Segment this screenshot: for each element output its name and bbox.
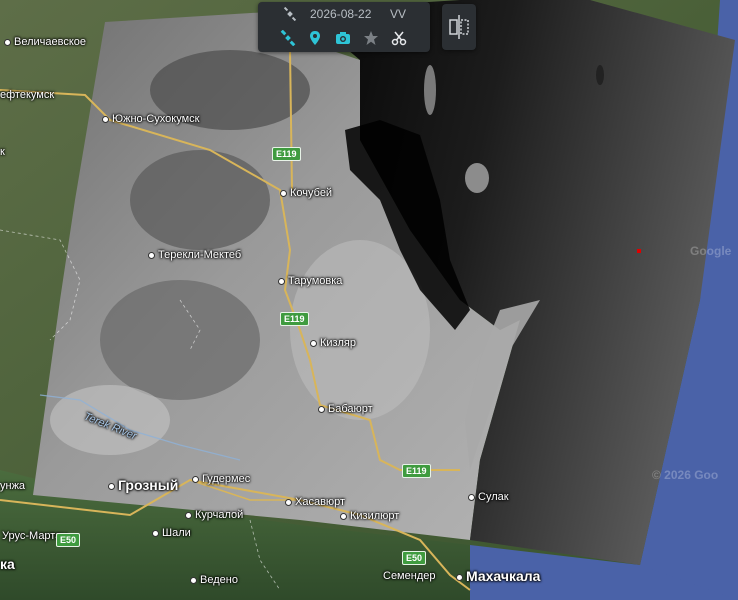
- place-label: Терекли-Мектеб: [158, 249, 242, 261]
- place-dot: [280, 189, 287, 197]
- place-label: Грозный: [118, 477, 179, 493]
- place-label: Бабаюрт: [328, 403, 373, 415]
- road-shield-e50: E50: [402, 551, 427, 565]
- place-label: Южно-Сухокумск: [112, 113, 200, 125]
- place-vedeno: Ведено: [190, 574, 238, 587]
- place-dot: [192, 475, 199, 483]
- favorite-star-button[interactable]: [361, 28, 381, 48]
- satellite-icon[interactable]: [280, 4, 300, 24]
- google-watermark: Google: [690, 244, 732, 258]
- island: [465, 163, 489, 193]
- place-dot: [190, 576, 197, 584]
- place-tarumovka: Тарумовка: [278, 275, 342, 288]
- place-khasavyurt: Хасавюрт: [285, 496, 345, 509]
- island: [596, 65, 604, 85]
- place-semender: Семендер: [383, 570, 435, 583]
- sar-dark-patch: [130, 150, 270, 250]
- place-kizilyurt: Кизилюрт: [340, 510, 399, 523]
- place-label: Кизилюрт: [350, 510, 400, 522]
- place-label: ка: [0, 556, 15, 572]
- camera-button[interactable]: [333, 28, 353, 48]
- place-dot: [318, 405, 325, 413]
- place-kurchaloy: Курчалой: [185, 509, 243, 522]
- scissors-icon: [391, 31, 407, 46]
- place-k: к: [0, 146, 5, 159]
- place-ka: ка: [0, 556, 15, 572]
- satellite-tool-icon: [280, 30, 296, 46]
- toolbar-actions-row: [258, 26, 430, 50]
- location-pin-button[interactable]: [305, 28, 325, 48]
- place-label: Хасавюрт: [295, 496, 346, 508]
- place-dot: [285, 498, 292, 506]
- toolbar-info-row: 2026-08-22 VV: [258, 5, 430, 23]
- place-dot: [456, 573, 463, 581]
- location-pin-icon: [310, 31, 320, 45]
- copyright-watermark: © 2026 Goo: [652, 468, 719, 482]
- place-dot: [340, 512, 347, 520]
- place-dot: [108, 482, 115, 490]
- place-velichaevskoe: Величаевское: [4, 36, 86, 49]
- island: [424, 65, 436, 115]
- acquisition-date: 2026-08-22: [310, 7, 372, 21]
- place-label: Гудермес: [202, 473, 251, 485]
- place-dot: [310, 339, 317, 347]
- road-shield-e119: E119: [402, 464, 431, 478]
- place-label: унжа: [0, 480, 26, 492]
- place-unzha: унжа: [0, 480, 25, 493]
- sar-toolbar: 2026-08-22 VV: [258, 2, 430, 52]
- place-label: Сулак: [478, 491, 509, 503]
- red-marker: [637, 249, 641, 253]
- road-shield-e119: E119: [280, 312, 309, 326]
- place-label: Шали: [162, 527, 191, 539]
- place-label: Семендер: [383, 570, 436, 582]
- place-label: Махачкала: [466, 568, 541, 584]
- split-compare-icon: [449, 15, 469, 39]
- sar-dark-patch: [100, 280, 260, 400]
- place-label: Кизляр: [320, 337, 356, 349]
- place-label: Величаевское: [14, 36, 87, 48]
- satellite-tool-button[interactable]: [278, 28, 298, 48]
- place-yuzhno-sukhokumsk: Южно-Сухокумск: [102, 113, 199, 126]
- place-grozny: Грозный: [108, 477, 179, 493]
- place-kizlyar: Кизляр: [310, 337, 356, 350]
- place-shali: Шали: [152, 527, 191, 540]
- place-kochubei: Кочубей: [280, 187, 332, 200]
- place-dot: [148, 251, 155, 259]
- scissors-button[interactable]: [389, 28, 409, 48]
- place-gudermes: Гудермес: [192, 473, 250, 486]
- place-dot: [185, 511, 192, 519]
- place-makhachkala: Махачкала: [456, 568, 541, 584]
- place-label: Кочубей: [290, 187, 333, 199]
- place-dot: [468, 493, 475, 501]
- star-icon: [364, 31, 378, 45]
- polarization-label: VV: [390, 7, 407, 21]
- place-terekli-mekteb: Терекли-Мектеб: [148, 249, 241, 262]
- camera-icon: [336, 32, 350, 44]
- place-dot: [278, 277, 285, 285]
- map-view[interactable]: Величаевское ефтекумск Южно-Сухокумск Ко…: [0, 0, 738, 600]
- place-sulak: Сулак: [468, 491, 509, 504]
- road-shield-e119: E119: [272, 147, 301, 161]
- split-compare-button[interactable]: [442, 4, 476, 50]
- place-dot: [4, 38, 11, 46]
- satellite-glyph: [283, 7, 297, 21]
- place-label: Ведено: [200, 574, 238, 586]
- place-label: Тарумовка: [288, 275, 343, 287]
- place-label: Курчалой: [195, 509, 244, 521]
- place-label: к: [0, 146, 5, 158]
- place-label: ефтекумск: [0, 89, 55, 101]
- place-babayurt: Бабаюрт: [318, 403, 373, 416]
- place-dot: [102, 115, 109, 123]
- place-dot: [152, 529, 159, 537]
- road-shield-e50: E50: [56, 533, 81, 547]
- place-neftekumsk: ефтекумск: [0, 89, 54, 102]
